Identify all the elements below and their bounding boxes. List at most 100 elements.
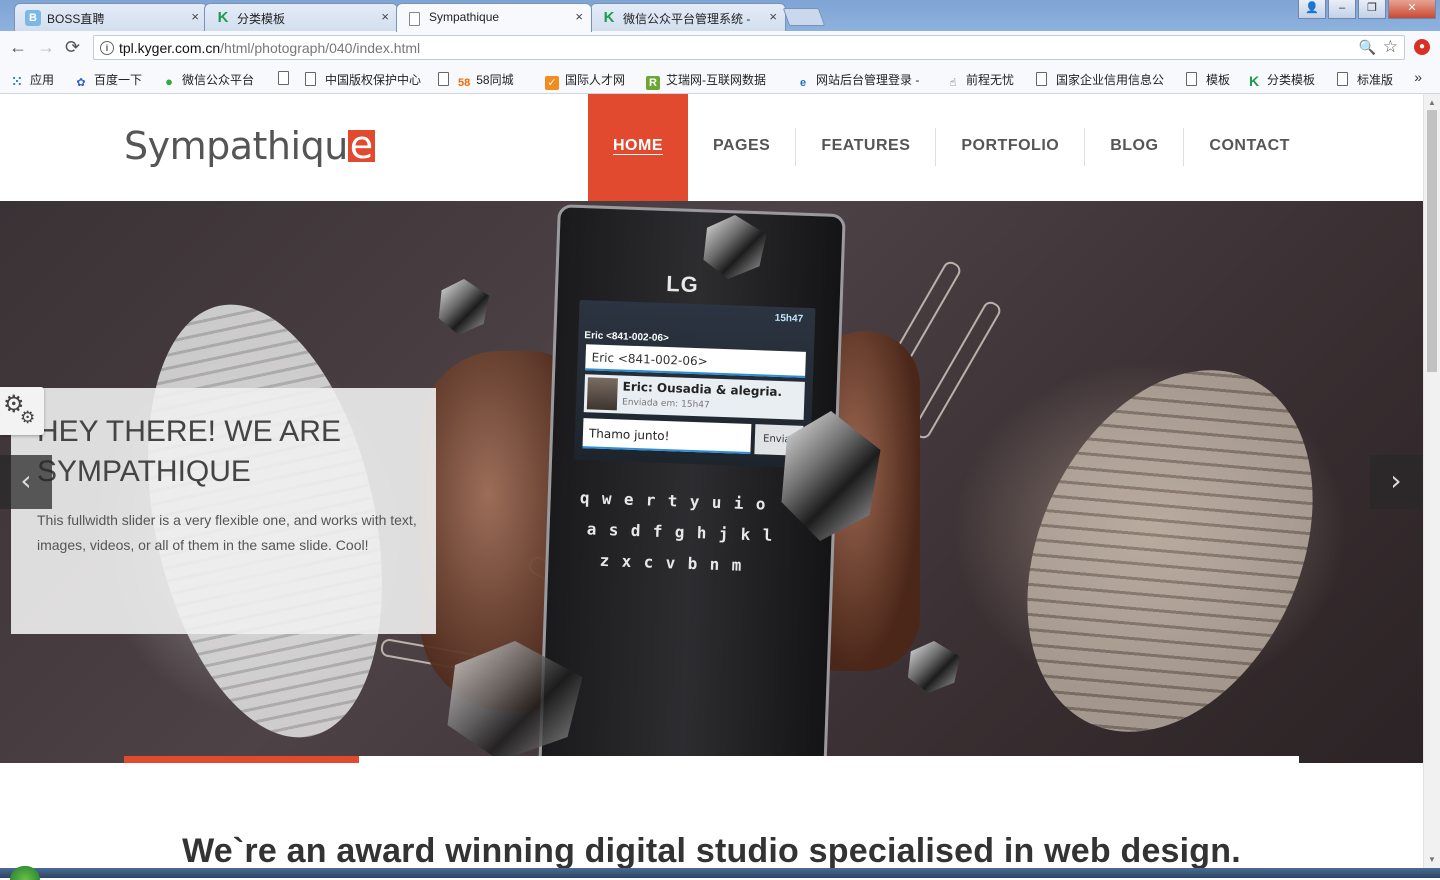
scrollbar-thumb[interactable] xyxy=(1427,110,1437,372)
main-navigation: HOME PAGES FEATURES PORTFOLIO BLOG CONTA… xyxy=(588,94,1315,201)
tab-sympathique[interactable]: Sympathique × xyxy=(396,3,592,32)
keyboard-key: v xyxy=(665,553,676,573)
keyboard-key: b xyxy=(687,553,698,574)
nav-home[interactable]: HOME xyxy=(588,94,688,201)
scroll-up-icon[interactable]: ▲ xyxy=(1428,98,1436,107)
k-favicon-icon: K xyxy=(603,9,615,26)
bookmark-star-icon[interactable]: ☆ xyxy=(1383,37,1398,57)
restore-button[interactable]: ❐ xyxy=(1358,0,1386,19)
bookmark-admin-login[interactable]: e 网站后台管理登录 - xyxy=(796,71,919,90)
tab-wechat-admin[interactable]: K 微信公众平台管理系统 - × xyxy=(590,3,786,31)
nav-blog[interactable]: BLOG xyxy=(1085,94,1183,201)
keyboard-key: r xyxy=(645,490,656,510)
bookmark-58[interactable]: 58 58同城 xyxy=(438,71,514,90)
doc-icon xyxy=(305,72,316,86)
new-tab-button[interactable] xyxy=(782,8,826,26)
tab-close-icon[interactable]: × xyxy=(381,9,389,24)
phone-recipient: Eric <841-002-06> xyxy=(585,344,806,378)
forward-icon[interactable]: → xyxy=(37,36,55,58)
keyboard-key: q xyxy=(579,488,590,508)
apps-grid-icon: ⁙ xyxy=(11,74,23,89)
tab-close-icon[interactable]: × xyxy=(575,9,583,24)
keyboard-key: o xyxy=(755,494,766,514)
minimize-button[interactable]: – xyxy=(1328,0,1356,19)
nav-features[interactable]: FEATURES xyxy=(796,94,935,201)
keyboard-key: i xyxy=(733,493,744,513)
avatar xyxy=(586,377,618,411)
phone-brand: LG xyxy=(665,270,700,298)
tab-close-icon[interactable]: × xyxy=(769,9,777,24)
bookmark-apps[interactable]: ⁙ 应用 xyxy=(10,71,54,89)
hand-icon: ☝ xyxy=(949,77,957,89)
keyboard-key: k xyxy=(740,524,751,545)
keyboard-key: d xyxy=(630,520,641,541)
style-switcher-toggle[interactable]: ⚙ ⚙ xyxy=(0,387,44,435)
site-logo[interactable]: Sympathique xyxy=(124,126,375,166)
page-scrollbar[interactable]: ▲ ▼ xyxy=(1423,94,1440,868)
phone-keyboard: qwertyuio asdfghjkl zxcvbnm xyxy=(570,488,809,577)
keyboard-key: y xyxy=(689,491,700,512)
keyboard-row: asdfghjkl xyxy=(571,519,808,546)
bookmark-iresearch[interactable]: R 艾瑞网-互联网数据 xyxy=(646,71,766,90)
back-icon[interactable]: ← xyxy=(9,36,27,58)
extension-icon[interactable]: ● xyxy=(1414,39,1430,55)
doc-icon xyxy=(438,72,449,86)
tab-close-icon[interactable]: × xyxy=(191,9,199,24)
doc-icon xyxy=(1036,72,1047,86)
nav-portfolio[interactable]: PORTFOLIO xyxy=(936,94,1084,201)
keyboard-key: w xyxy=(601,488,612,509)
tab-templates[interactable]: K 分类模板 × xyxy=(204,3,398,31)
bookmark-baidu[interactable]: ✿ 百度一下 xyxy=(74,71,142,90)
close-window-button[interactable]: ✕ xyxy=(1388,0,1436,19)
keyboard-key: a xyxy=(586,519,597,539)
reload-icon[interactable]: ⟳ xyxy=(65,36,80,58)
site-info-icon[interactable]: i xyxy=(100,41,114,55)
url-text[interactable]: tpl.kyger.com.cn/html/photograph/040/ind… xyxy=(119,40,420,56)
bookmarks-bar: ⁙ 应用 ✿ 百度一下 ● 微信公众平台 中国版权保护中心 58 58同城 ✓ 国际人才网… xyxy=(0,64,1440,94)
bookmark-template[interactable]: 模板 xyxy=(1186,71,1230,88)
bookmark-standard[interactable]: 标准版 xyxy=(1337,71,1393,88)
doc-icon xyxy=(1186,72,1197,86)
bookmarks-overflow-icon[interactable]: » xyxy=(1414,69,1422,85)
slider-next-button[interactable]: › xyxy=(1370,455,1422,509)
slider-prev-button[interactable]: ‹ xyxy=(0,455,52,509)
iresearch-icon: R xyxy=(646,76,660,90)
diamond-decoration xyxy=(907,641,961,693)
keyboard-key: c xyxy=(643,552,654,572)
envelope-stack-decoration xyxy=(971,323,1369,763)
keyboard-key: l xyxy=(762,525,773,545)
scroll-down-icon[interactable]: ▼ xyxy=(1428,855,1436,864)
keyboard-key: f xyxy=(652,521,663,541)
keyboard-row: zxcvbnm xyxy=(570,550,807,577)
bookmark-51job[interactable]: ☝ 前程无忧 xyxy=(946,71,1014,90)
keyboard-key: t xyxy=(667,491,678,511)
slider-progress-track xyxy=(124,756,1299,763)
hero-slider[interactable]: LG 15h47 Eric <841-002-06> Eric <841-002… xyxy=(0,201,1423,763)
nav-pages[interactable]: PAGES xyxy=(688,94,795,201)
k-icon: K xyxy=(1248,73,1260,89)
bookmark-blank[interactable] xyxy=(278,71,298,86)
phone-message: Eric: Ousadia & alegria. Enviada em: 15h… xyxy=(583,374,805,420)
slide-text: This fullwidth slider is a very flexible… xyxy=(37,512,417,553)
bookmark-wechat[interactable]: ● 微信公众平台 xyxy=(162,71,254,89)
phone-contact: Eric <841-002-06> xyxy=(584,330,670,345)
bookmark-credit-info[interactable]: 国家企业信用信息公 xyxy=(1036,71,1164,88)
bookmark-talent[interactable]: ✓ 国际人才网 xyxy=(545,71,625,90)
keyboard-key: j xyxy=(718,523,729,544)
slider-progress-bar xyxy=(124,756,359,763)
k-favicon-icon: K xyxy=(217,9,229,26)
tab-boss[interactable]: B BOSS直聘 × xyxy=(14,3,208,31)
keyboard-key: g xyxy=(674,522,685,542)
zoom-icon[interactable]: 🔍 xyxy=(1359,39,1376,56)
phone-screen: 15h47 Eric <841-002-06> Eric <841-002-06… xyxy=(574,299,816,469)
user-icon[interactable]: 👤 xyxy=(1298,0,1326,19)
tab-label: Sympathique xyxy=(429,10,500,24)
bookmark-category-template[interactable]: K 分类模板 xyxy=(1247,71,1315,88)
doc-icon xyxy=(278,71,289,85)
nav-contact[interactable]: CONTACT xyxy=(1184,94,1315,201)
address-bar[interactable]: i tpl.kyger.com.cn/html/photograph/040/i… xyxy=(93,35,1405,60)
window-controls: 👤 – ❐ ✕ xyxy=(1298,0,1436,20)
phone-compose: Thamo junto! xyxy=(582,418,752,455)
bookmark-copyright[interactable]: 中国版权保护中心 xyxy=(305,71,421,88)
phone-message-text: Eric: Ousadia & alegria. xyxy=(622,379,783,400)
